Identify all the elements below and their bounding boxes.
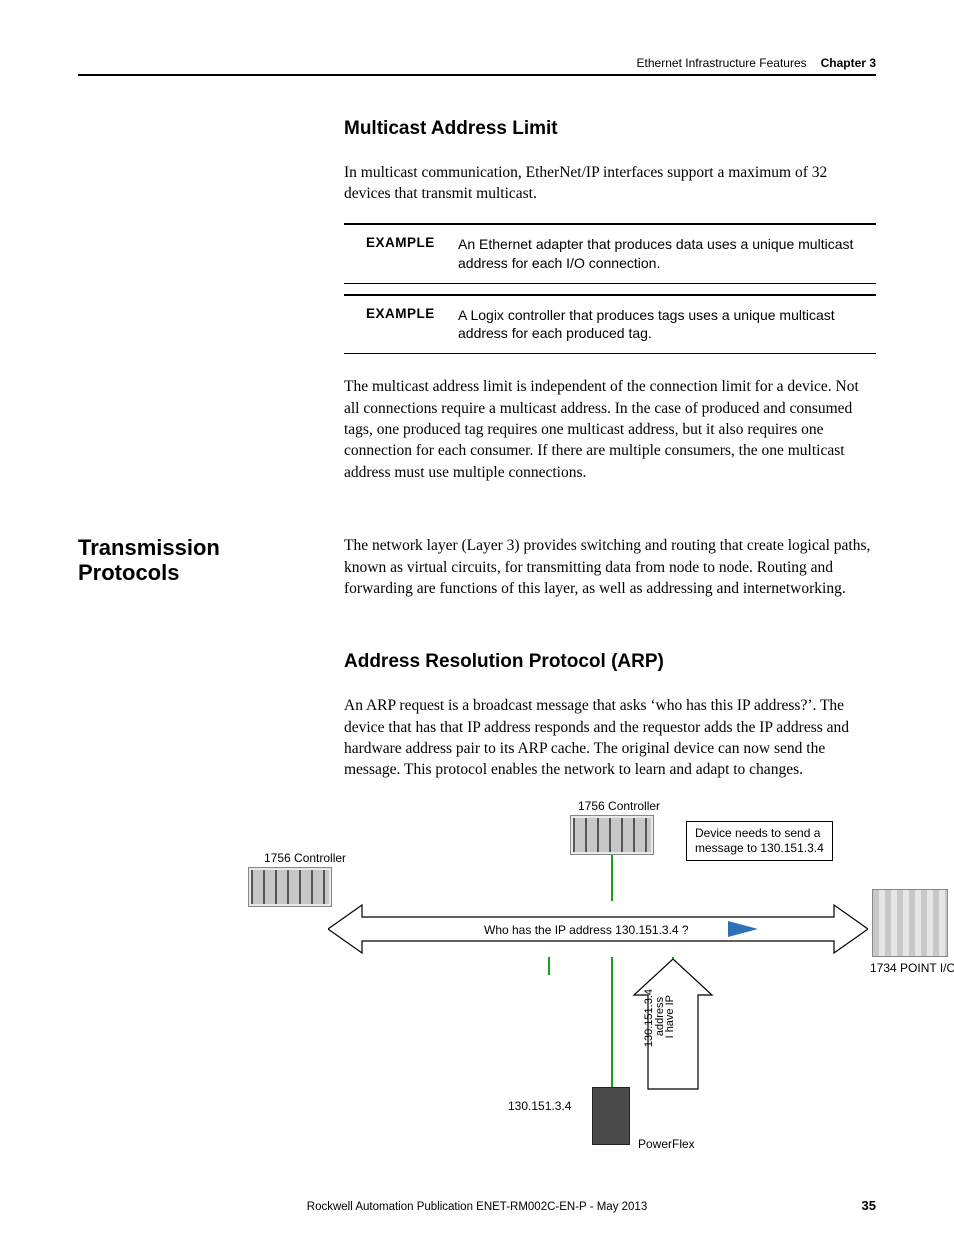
reply-text-2: address [654,997,666,1036]
example-text: A Logix controller that produces tags us… [458,306,876,344]
running-header: Ethernet Infrastructure Features Chapter… [78,56,876,76]
diagram-label-pointio: 1734 POINT I/O [870,961,954,975]
example-label: EXAMPLE [344,306,436,344]
broadcast-text: Who has the IP address 130.151.3.4 ? [484,923,689,937]
diagram-label-1756-top: 1756 Controller [578,799,660,813]
body-text: In multicast communication, EtherNet/IP … [344,162,876,205]
footer-publication: Rockwell Automation Publication ENET-RM0… [78,1201,876,1213]
network-line [611,957,613,1087]
heading-transmission-protocols: Transmission Protocols [78,535,320,617]
reply-text-3: 130.151.3.4 [643,989,655,1047]
example-row: EXAMPLE An Ethernet adapter that produce… [344,223,876,284]
header-section: Ethernet Infrastructure Features [637,56,807,70]
device-powerflex [592,1087,630,1145]
network-line [548,957,550,975]
device-1734-pointio [872,889,948,957]
device-1756-top [570,815,654,855]
arp-diagram: 1756 Controller Device needs to send a m… [178,799,898,1179]
example-row: EXAMPLE A Logix controller that produces… [344,294,876,355]
body-text: The multicast address limit is independe… [344,376,876,483]
header-chapter: Chapter 3 [821,56,876,70]
diagram-label-1756-left: 1756 Controller [264,851,346,865]
body-text: An ARP request is a broadcast message th… [344,695,876,781]
body-text: The network layer (Layer 3) provides swi… [344,535,876,599]
network-line [611,855,613,901]
heading-arp: Address Resolution Protocol (ARP) [344,651,876,673]
page-number: 35 [862,1198,876,1213]
callout-need-send: Device needs to send a message to 130.15… [686,821,833,861]
device-1756-left [248,867,332,907]
heading-multicast-limit: Multicast Address Limit [344,118,876,140]
example-label: EXAMPLE [344,235,436,273]
ip-label: 130.151.3.4 [508,1099,571,1113]
example-text: An Ethernet adapter that produces data u… [458,235,876,273]
diagram-label-powerflex: PowerFlex [638,1137,695,1151]
